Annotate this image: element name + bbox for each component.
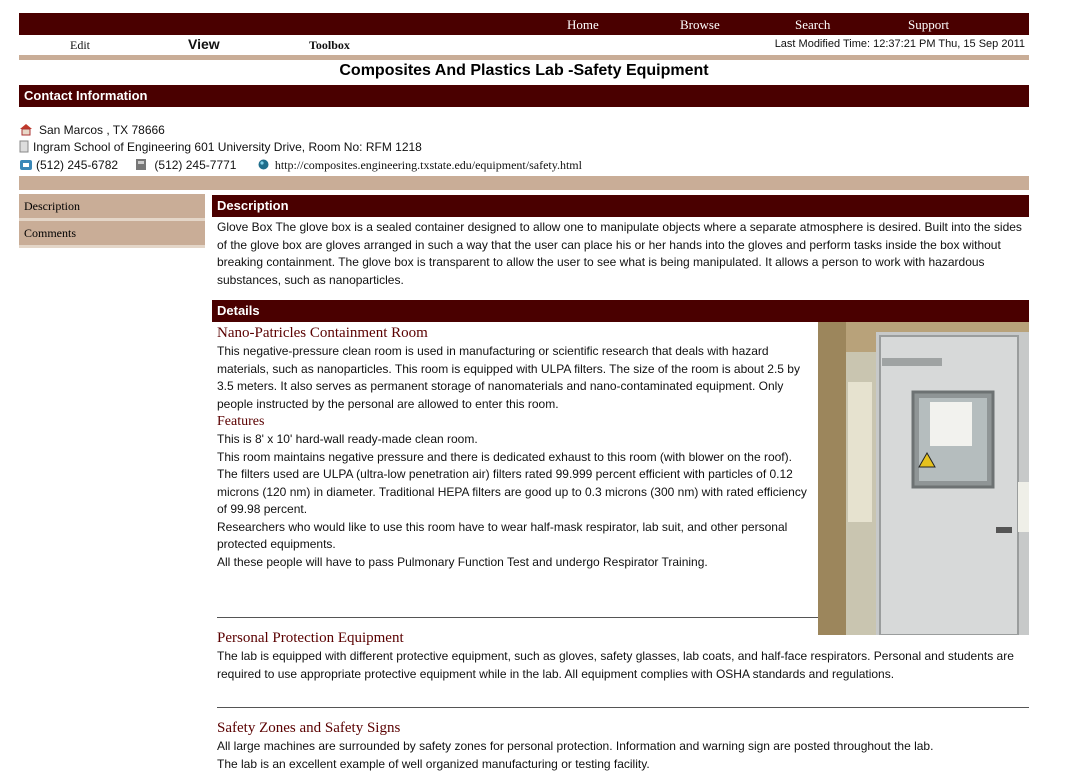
feature-item: All these people will have to pass Pulmo… <box>217 554 815 572</box>
page-title: Composites And Plastics Lab -Safety Equi… <box>19 62 1029 80</box>
description-header: Description <box>212 195 1029 217</box>
nav-home[interactable]: Home <box>567 17 599 33</box>
zones-title: Safety Zones and Safety Signs <box>217 718 1029 738</box>
description-text: Glove Box The glove box is a sealed cont… <box>217 219 1029 289</box>
sidebar-item-comments[interactable]: Comments <box>19 221 205 248</box>
details-header: Details <box>212 300 1029 322</box>
sidebar: Description Comments <box>19 194 205 248</box>
divider-line <box>217 707 1029 708</box>
globe-icon <box>258 159 269 173</box>
room-title: Nano-Patricles Containment Room <box>217 323 815 343</box>
feature-item: This is 8' x 10' hard-wall ready-made cl… <box>217 431 815 449</box>
address-text: Ingram School of Engineering 601 Univers… <box>33 140 422 154</box>
feature-item: Researchers who would like to use this r… <box>217 519 815 554</box>
last-modified-time: Last Modified Time: 12:37:21 PM Thu, 15 … <box>775 38 1025 50</box>
features-title: Features <box>217 413 815 431</box>
ppe-section: Personal Protection Equipment The lab is… <box>217 628 1029 683</box>
details-content: Nano-Patricles Containment Room This neg… <box>217 323 815 571</box>
feature-item: This room maintains negative pressure an… <box>217 449 815 467</box>
feature-item: The filters used are ULPA (ultra-low pen… <box>217 466 815 519</box>
phone-line: (512) 245-6782 (512) 245-7771 http://com… <box>19 158 582 174</box>
phone-icon <box>19 158 33 174</box>
contact-divider-bar <box>19 176 1029 190</box>
sub-nav: Edit View Toolbox Last Modified Time: 12… <box>19 36 1029 55</box>
website-link[interactable]: http://composites.engineering.txstate.ed… <box>275 158 582 172</box>
fax-icon <box>135 158 147 174</box>
ppe-text: The lab is equipped with different prote… <box>217 648 1029 683</box>
phone-text: (512) 245-6782 <box>36 158 118 172</box>
home-icon <box>19 123 33 139</box>
toolbox-link[interactable]: Toolbox <box>309 38 350 53</box>
top-nav-bar: Home Browse Search Support <box>19 13 1029 35</box>
clean-room-photo <box>818 322 1029 635</box>
nav-support[interactable]: Support <box>908 17 949 33</box>
divider-line <box>217 617 818 618</box>
city-text: San Marcos , TX 78666 <box>39 123 165 137</box>
contact-header: Contact Information <box>19 85 1029 107</box>
address-line: Ingram School of Engineering 601 Univers… <box>19 140 422 156</box>
zones-section: Safety Zones and Safety Signs All large … <box>217 718 1029 773</box>
edit-link[interactable]: Edit <box>70 38 90 53</box>
building-icon <box>19 140 29 156</box>
divider-bar <box>19 55 1029 60</box>
zones-text: The lab is an excellent example of well … <box>217 756 1029 773</box>
room-description: This negative-pressure clean room is use… <box>217 343 815 413</box>
city-line: San Marcos , TX 78666 <box>19 123 165 139</box>
nav-browse[interactable]: Browse <box>680 17 720 33</box>
nav-search[interactable]: Search <box>795 17 830 33</box>
ppe-title: Personal Protection Equipment <box>217 628 1029 648</box>
view-link[interactable]: View <box>188 36 220 52</box>
fax-text: (512) 245-7771 <box>154 158 236 172</box>
zones-text: All large machines are surrounded by saf… <box>217 738 1029 756</box>
sidebar-item-description[interactable]: Description <box>19 194 205 221</box>
